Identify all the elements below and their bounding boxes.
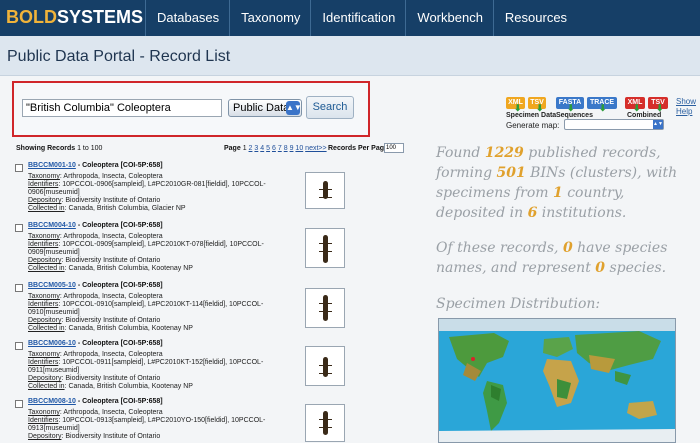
- main-nav: Databases Taxonomy Identification Workbe…: [145, 0, 577, 36]
- specimen-data-label: Specimen Data: [506, 112, 557, 119]
- record-id-link[interactable]: BBCCM005-10: [28, 282, 76, 289]
- nav-workbench[interactable]: Workbench: [405, 0, 493, 36]
- generate-map-select[interactable]: ▲▼: [564, 119, 664, 130]
- scope-select-value: Public Data: [233, 102, 290, 114]
- specimen-thumbnail[interactable]: [305, 404, 345, 442]
- next-page-link[interactable]: next>>: [305, 145, 326, 152]
- species-summary: Of these records, 0 have species names, …: [436, 240, 668, 276]
- top-nav-bar: BOLDSYSTEMS Databases Taxonomy Identific…: [0, 0, 700, 36]
- combined-label: Combined: [627, 112, 662, 119]
- record-item: BBCCM005-10 - Coleoptera [COI-5P:658] Ta…: [0, 280, 430, 340]
- showing-records: Showing Records 1 to 100: [16, 145, 103, 152]
- record-item: BBCCM004-10 - Coleoptera [COI-5P:658] Ta…: [0, 220, 430, 280]
- specimen-thumbnail[interactable]: [305, 346, 345, 386]
- show-help-link[interactable]: Show Help: [676, 97, 698, 117]
- download-arrow-icon: ⬇: [599, 103, 607, 113]
- search-input[interactable]: [22, 99, 222, 117]
- beetle-image: [319, 357, 332, 377]
- scope-select[interactable]: Public Data ▲▼: [228, 99, 302, 117]
- record-id-link[interactable]: BBCCM008-10: [28, 398, 76, 405]
- specimen-thumbnail[interactable]: [305, 288, 345, 328]
- page-link[interactable]: 2: [249, 145, 253, 152]
- sequences-label: Sequences: [556, 112, 593, 119]
- page-link[interactable]: 4: [260, 145, 264, 152]
- record-item: BBCCM008-10 - Coleoptera [COI-5P:658] Ta…: [0, 396, 430, 443]
- record-checkbox[interactable]: [15, 400, 23, 408]
- specimen-thumbnail[interactable]: [305, 228, 345, 268]
- chevron-updown-icon: ▲▼: [653, 120, 663, 129]
- records-summary: Found 1229 published records, forming 50…: [436, 145, 678, 221]
- beetle-image: [319, 181, 332, 199]
- nav-identification[interactable]: Identification: [310, 0, 405, 36]
- beetle-image: [319, 411, 332, 435]
- bold-systems-logo[interactable]: BOLDSYSTEMS: [6, 7, 143, 28]
- page-link[interactable]: 10: [295, 145, 303, 152]
- record-checkbox[interactable]: [15, 164, 23, 172]
- chevron-updown-icon: ▲▼: [286, 101, 302, 115]
- page-link[interactable]: 3: [254, 145, 258, 152]
- record-id-link[interactable]: BBCCM001-10: [28, 162, 76, 169]
- page-link[interactable]: 9: [290, 145, 294, 152]
- record-id-link[interactable]: BBCCM004-10: [28, 222, 76, 229]
- record-checkbox[interactable]: [15, 284, 23, 292]
- record-checkbox[interactable]: [15, 224, 23, 232]
- beetle-image: [319, 295, 332, 321]
- records-per-page-select[interactable]: 100: [384, 143, 404, 153]
- page-link[interactable]: 6: [272, 145, 276, 152]
- generate-map-label: Generate map:: [506, 121, 560, 130]
- page-link[interactable]: 7: [278, 145, 282, 152]
- record-checkbox[interactable]: [15, 342, 23, 350]
- page-link[interactable]: 5: [266, 145, 270, 152]
- search-button[interactable]: Search: [306, 96, 354, 119]
- page-link[interactable]: 1: [243, 145, 247, 152]
- beetle-image: [319, 235, 332, 263]
- pagination: Page 1 2 3 4 5 6 7 8 9 10 next>>: [224, 145, 327, 152]
- world-map-graphic: [439, 319, 675, 442]
- nav-databases[interactable]: Databases: [145, 0, 229, 36]
- records-per-page-label: Records Per Page: [328, 145, 388, 152]
- record-item: BBCCM001-10 - Coleoptera [COI-5P:658] Ta…: [0, 160, 430, 220]
- distribution-title: Specimen Distribution:: [436, 296, 601, 312]
- page-title: Public Data Portal - Record List: [7, 48, 231, 65]
- specimen-distribution-map[interactable]: [438, 318, 676, 443]
- nav-resources[interactable]: Resources: [492, 0, 577, 36]
- page-link[interactable]: 8: [284, 145, 288, 152]
- record-id-link[interactable]: BBCCM006-10: [28, 340, 76, 347]
- specimen-thumbnail[interactable]: [305, 172, 345, 209]
- nav-taxonomy[interactable]: Taxonomy: [229, 0, 310, 36]
- record-item: BBCCM006-10 - Coleoptera [COI-5P:658] Ta…: [0, 338, 430, 398]
